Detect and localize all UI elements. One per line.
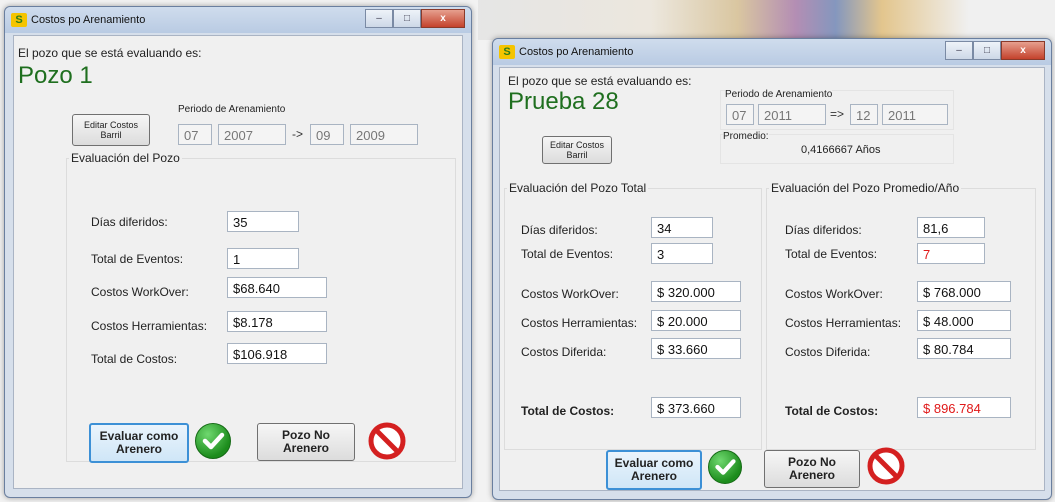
window-pozo-1: S Costos po Arenamiento – □ x El pozo qu… xyxy=(4,6,472,498)
avg-workover-costs-field[interactable]: $ 768.000 xyxy=(917,281,1011,302)
total-days-deferred-field[interactable]: 34 xyxy=(651,217,713,238)
total-total-costs-field[interactable]: $ 373.660 xyxy=(651,397,741,418)
total-events-field[interactable]: 1 xyxy=(227,248,299,269)
days-deferred-field[interactable]: 35 xyxy=(227,211,299,232)
total-deferred-costs-field[interactable]: $ 33.660 xyxy=(651,338,741,359)
checkmark-icon xyxy=(195,423,231,459)
average-label: Promedio: xyxy=(723,131,769,142)
app-icon: S xyxy=(11,13,27,27)
maximize-button[interactable]: □ xyxy=(973,41,1001,60)
edit-costs-button-label: Editar Costos Barril xyxy=(549,140,605,160)
client-area: El pozo que se está evaluando es: Prueba… xyxy=(499,67,1045,491)
close-button[interactable]: x xyxy=(1001,41,1045,60)
period-arrow: => xyxy=(830,107,845,121)
evaluate-as-sand-button[interactable]: Evaluar como Arenero xyxy=(606,450,702,490)
evaluation-group: Evaluación del Pozo Días diferidos: 35 T… xyxy=(66,151,456,463)
tools-costs-label: Costos Herramientas: xyxy=(521,316,638,330)
window-title: Costos po Arenamiento xyxy=(519,46,634,58)
period-start-year[interactable]: 2011 xyxy=(758,104,826,125)
total-workover-costs-field[interactable]: $ 320.000 xyxy=(651,281,741,302)
prohibited-icon xyxy=(367,421,407,461)
period-start-month[interactable]: 07 xyxy=(726,104,754,125)
tools-costs-field[interactable]: $8.178 xyxy=(227,311,327,332)
prohibited-icon xyxy=(866,446,906,486)
total-events-label: Total de Eventos: xyxy=(91,252,184,266)
total-events-field[interactable]: 3 xyxy=(651,243,713,264)
edit-costs-button[interactable]: Editar Costos Barril xyxy=(542,136,612,164)
period-label: Periodo de Arenamiento xyxy=(178,104,286,115)
not-sand-label: Pozo No Arenero xyxy=(282,428,330,455)
title-bar[interactable]: S Costos po Arenamiento – □ x xyxy=(493,39,1051,65)
minimize-button[interactable]: – xyxy=(945,41,973,60)
avg-deferred-costs-field[interactable]: $ 80.784 xyxy=(917,338,1011,359)
period-arrow: -> xyxy=(292,127,304,141)
total-tools-costs-field[interactable]: $ 20.000 xyxy=(651,310,741,331)
total-costs-label: Total de Costos: xyxy=(521,404,615,418)
days-deferred-label: Días diferidos: xyxy=(91,215,168,229)
total-events-label: Total de Eventos: xyxy=(521,247,614,261)
average-evaluation-group: Evaluación del Pozo Promedio/Año Días di… xyxy=(766,181,1036,450)
well-name: Prueba 28 xyxy=(508,88,619,115)
period-end-month[interactable]: 12 xyxy=(850,104,878,125)
window-title: Costos po Arenamiento xyxy=(31,14,146,26)
total-costs-label: Total de Costos: xyxy=(785,404,879,418)
evaluate-as-sand-label: Evaluar como Arenero xyxy=(99,429,179,456)
checkmark-icon xyxy=(708,450,742,484)
not-sand-label: Pozo No Arenero xyxy=(788,455,836,482)
workover-costs-label: Costos WorkOver: xyxy=(521,287,619,301)
avg-tools-costs-field[interactable]: $ 48.000 xyxy=(917,310,1011,331)
not-sand-button[interactable]: Pozo No Arenero xyxy=(257,423,355,461)
evaluation-group-title: Evaluación del Pozo xyxy=(69,151,182,165)
days-deferred-label: Días diferidos: xyxy=(785,223,862,237)
evaluate-as-sand-button[interactable]: Evaluar como Arenero xyxy=(89,423,189,463)
tools-costs-label: Costos Herramientas: xyxy=(91,319,208,333)
app-icon: S xyxy=(499,45,515,59)
maximize-button[interactable]: □ xyxy=(393,9,421,28)
evaluate-as-sand-label: Evaluar como Arenero xyxy=(614,456,694,483)
period-end-month[interactable]: 09 xyxy=(310,124,344,145)
not-sand-button[interactable]: Pozo No Arenero xyxy=(764,450,860,488)
workover-costs-label: Costos WorkOver: xyxy=(91,285,189,299)
edit-costs-button-label: Editar Costos Barril xyxy=(83,120,139,140)
avg-days-deferred-field[interactable]: 81,6 xyxy=(917,217,985,238)
client-area: El pozo que se está evaluando es: Pozo 1… xyxy=(13,35,463,489)
well-name: Pozo 1 xyxy=(18,62,93,89)
minimize-button[interactable]: – xyxy=(365,9,393,28)
avg-total-costs-field[interactable]: $ 896.784 xyxy=(917,397,1011,418)
prompt-label: El pozo que se está evaluando es: xyxy=(508,74,692,88)
average-group: Promedio: 0,4166667 Años xyxy=(720,131,954,164)
prompt-label: El pozo que se está evaluando es: xyxy=(18,46,202,60)
deferred-costs-label: Costos Diferida: xyxy=(521,345,607,359)
period-label: Periodo de Arenamiento xyxy=(725,89,833,100)
total-evaluation-title: Evaluación del Pozo Total xyxy=(507,181,649,195)
total-evaluation-group: Evaluación del Pozo Total Días diferidos… xyxy=(504,181,762,450)
period-end-year[interactable]: 2011 xyxy=(882,104,948,125)
deferred-costs-label: Costos Diferida: xyxy=(785,345,871,359)
avg-total-events-field[interactable]: 7 xyxy=(917,243,985,264)
window-prueba-28: S Costos po Arenamiento – □ x El pozo qu… xyxy=(492,38,1052,500)
workover-costs-field[interactable]: $68.640 xyxy=(227,277,327,298)
edit-costs-button[interactable]: Editar Costos Barril xyxy=(72,114,150,146)
tools-costs-label: Costos Herramientas: xyxy=(785,316,902,330)
average-value: 0,4166667 Años xyxy=(801,144,881,156)
period-start-month[interactable]: 07 xyxy=(178,124,212,145)
total-events-label: Total de Eventos: xyxy=(785,247,878,261)
period-start-year[interactable]: 2007 xyxy=(218,124,286,145)
average-evaluation-title: Evaluación del Pozo Promedio/Año xyxy=(769,181,962,195)
total-costs-field[interactable]: $106.918 xyxy=(227,343,327,364)
period-end-year[interactable]: 2009 xyxy=(350,124,418,145)
title-bar[interactable]: S Costos po Arenamiento – □ x xyxy=(5,7,471,33)
desktop-background xyxy=(478,0,1055,40)
close-button[interactable]: x xyxy=(421,9,465,28)
total-costs-label: Total de Costos: xyxy=(91,352,178,366)
days-deferred-label: Días diferidos: xyxy=(521,223,598,237)
workover-costs-label: Costos WorkOver: xyxy=(785,287,883,301)
